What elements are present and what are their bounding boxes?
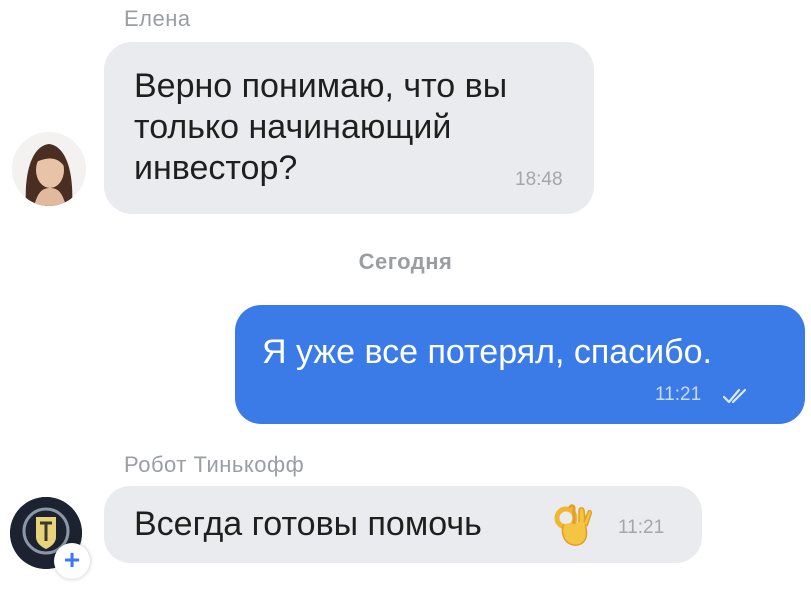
message-time: 11:21 — [655, 384, 702, 405]
avatar-elena[interactable] — [12, 132, 86, 206]
message-text: Я уже все потерял, спасибо. — [262, 333, 713, 371]
plus-icon[interactable]: + — [54, 543, 90, 579]
ok-hand-emoji — [554, 504, 592, 546]
message-bubble-elena[interactable]: Верно понимаю, что вы только начинающий … — [104, 42, 594, 214]
sender-name-robot: Робот Тинькофф — [124, 452, 305, 477]
date-separator: Сегодня — [358, 249, 453, 274]
message-bubble-outgoing[interactable]: Я уже все потерял, спасибо. 11:21 — [235, 305, 805, 424]
message-bubble-robot[interactable]: Всегда готовы помочь 11:21 — [104, 486, 702, 563]
sender-name-elena: Елена — [124, 6, 191, 31]
message-time: 11:21 — [618, 517, 665, 538]
double-check-icon — [723, 388, 747, 404]
message-time: 18:48 — [515, 169, 563, 190]
message-text: Всегда готовы помочь — [134, 505, 482, 543]
person-photo-icon — [12, 132, 86, 206]
message-text: Верно понимаю, что вы только начинающий … — [134, 67, 508, 187]
